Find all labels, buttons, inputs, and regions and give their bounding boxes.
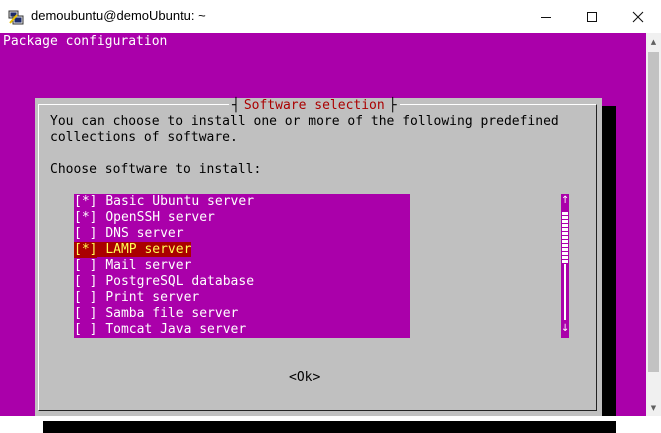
dialog-title: Software selection <box>229 98 400 114</box>
checkbox[interactable]: [ ] <box>74 290 97 306</box>
scroll-down-icon[interactable]: ▼ <box>646 399 661 416</box>
checkbox[interactable]: [*] <box>74 210 97 226</box>
checkbox[interactable]: [ ] <box>74 306 97 322</box>
list-item-label: OpenSSH server <box>105 210 215 225</box>
list-item-print-server[interactable]: [ ] Print server <box>74 290 199 306</box>
minimize-button[interactable] <box>523 0 569 33</box>
scroll-down-arrow-icon[interactable]: ↓ <box>561 322 569 336</box>
checkbox[interactable]: [ ] <box>74 258 97 274</box>
intro-line-1: You can choose to install one or more of… <box>50 114 559 129</box>
list-item-samba-file-server[interactable]: [ ] Samba file server <box>74 306 238 322</box>
list-item-label: Basic Ubuntu server <box>105 194 255 209</box>
window-scrollbar[interactable]: ▲ ▼ <box>646 33 661 416</box>
scroll-up-icon[interactable]: ▲ <box>646 33 661 50</box>
terminal-area[interactable]: Package configuration Software selection… <box>0 33 646 433</box>
ok-button[interactable]: <Ok> <box>289 370 320 386</box>
list-item-label: Samba file server <box>105 306 239 321</box>
list-item-tomcat-java-server[interactable]: [ ] Tomcat Java server <box>74 322 246 338</box>
window-title: demoubuntu@demoUbuntu: ~ <box>31 8 206 23</box>
minimize-icon <box>541 16 551 18</box>
scroll-up-arrow-icon[interactable]: ↑ <box>561 194 569 208</box>
list-item-label: Print server <box>105 290 200 305</box>
terminal-header: Package configuration <box>3 34 168 49</box>
window-bottom-edge <box>0 416 661 421</box>
list-item-basic-ubuntu-server[interactable]: [*] Basic Ubuntu server <box>74 194 254 210</box>
list-item-lamp-server[interactable]: [*] LAMP server <box>74 242 192 258</box>
list-scroll-thumb[interactable] <box>562 212 568 264</box>
list-item-postgresql-database[interactable]: [ ] PostgreSQL database <box>74 274 254 290</box>
list-item-label: Mail server <box>105 258 192 273</box>
list-item-label: LAMP server <box>105 242 192 257</box>
list-item-label: PostgreSQL database <box>105 274 255 289</box>
putty-icon[interactable] <box>8 9 24 25</box>
choose-prompt: Choose software to install: <box>50 162 262 177</box>
window-scroll-thumb[interactable] <box>648 52 659 372</box>
close-icon <box>632 11 644 22</box>
software-list[interactable]: [*] Basic Ubuntu server [*] OpenSSH serv… <box>74 194 410 338</box>
checkbox[interactable]: [ ] <box>74 322 97 338</box>
list-item-label: Tomcat Java server <box>105 322 247 337</box>
list-item-openssh-server[interactable]: [*] OpenSSH server <box>74 210 215 226</box>
checkbox[interactable]: [*] <box>74 242 98 258</box>
list-item-label: DNS server <box>105 226 184 241</box>
maximize-icon <box>587 11 597 22</box>
list-item-mail-server[interactable]: [ ] Mail server <box>74 258 191 274</box>
software-selection-dialog: Software selection You can choose to ins… <box>35 98 602 416</box>
list-item-dns-server[interactable]: [ ] DNS server <box>74 226 184 242</box>
window-titlebar: demoubuntu@demoUbuntu: ~ <box>0 0 661 34</box>
maximize-button[interactable] <box>569 0 615 33</box>
close-button[interactable] <box>615 0 661 33</box>
list-scrollbar[interactable]: ↑ ↓ <box>561 194 569 338</box>
list-scroll-track <box>564 264 566 320</box>
checkbox[interactable]: [*] <box>74 194 97 210</box>
checkbox[interactable]: [ ] <box>74 226 97 242</box>
checkbox[interactable]: [ ] <box>74 274 97 290</box>
intro-line-2: collections of software. <box>50 130 238 145</box>
